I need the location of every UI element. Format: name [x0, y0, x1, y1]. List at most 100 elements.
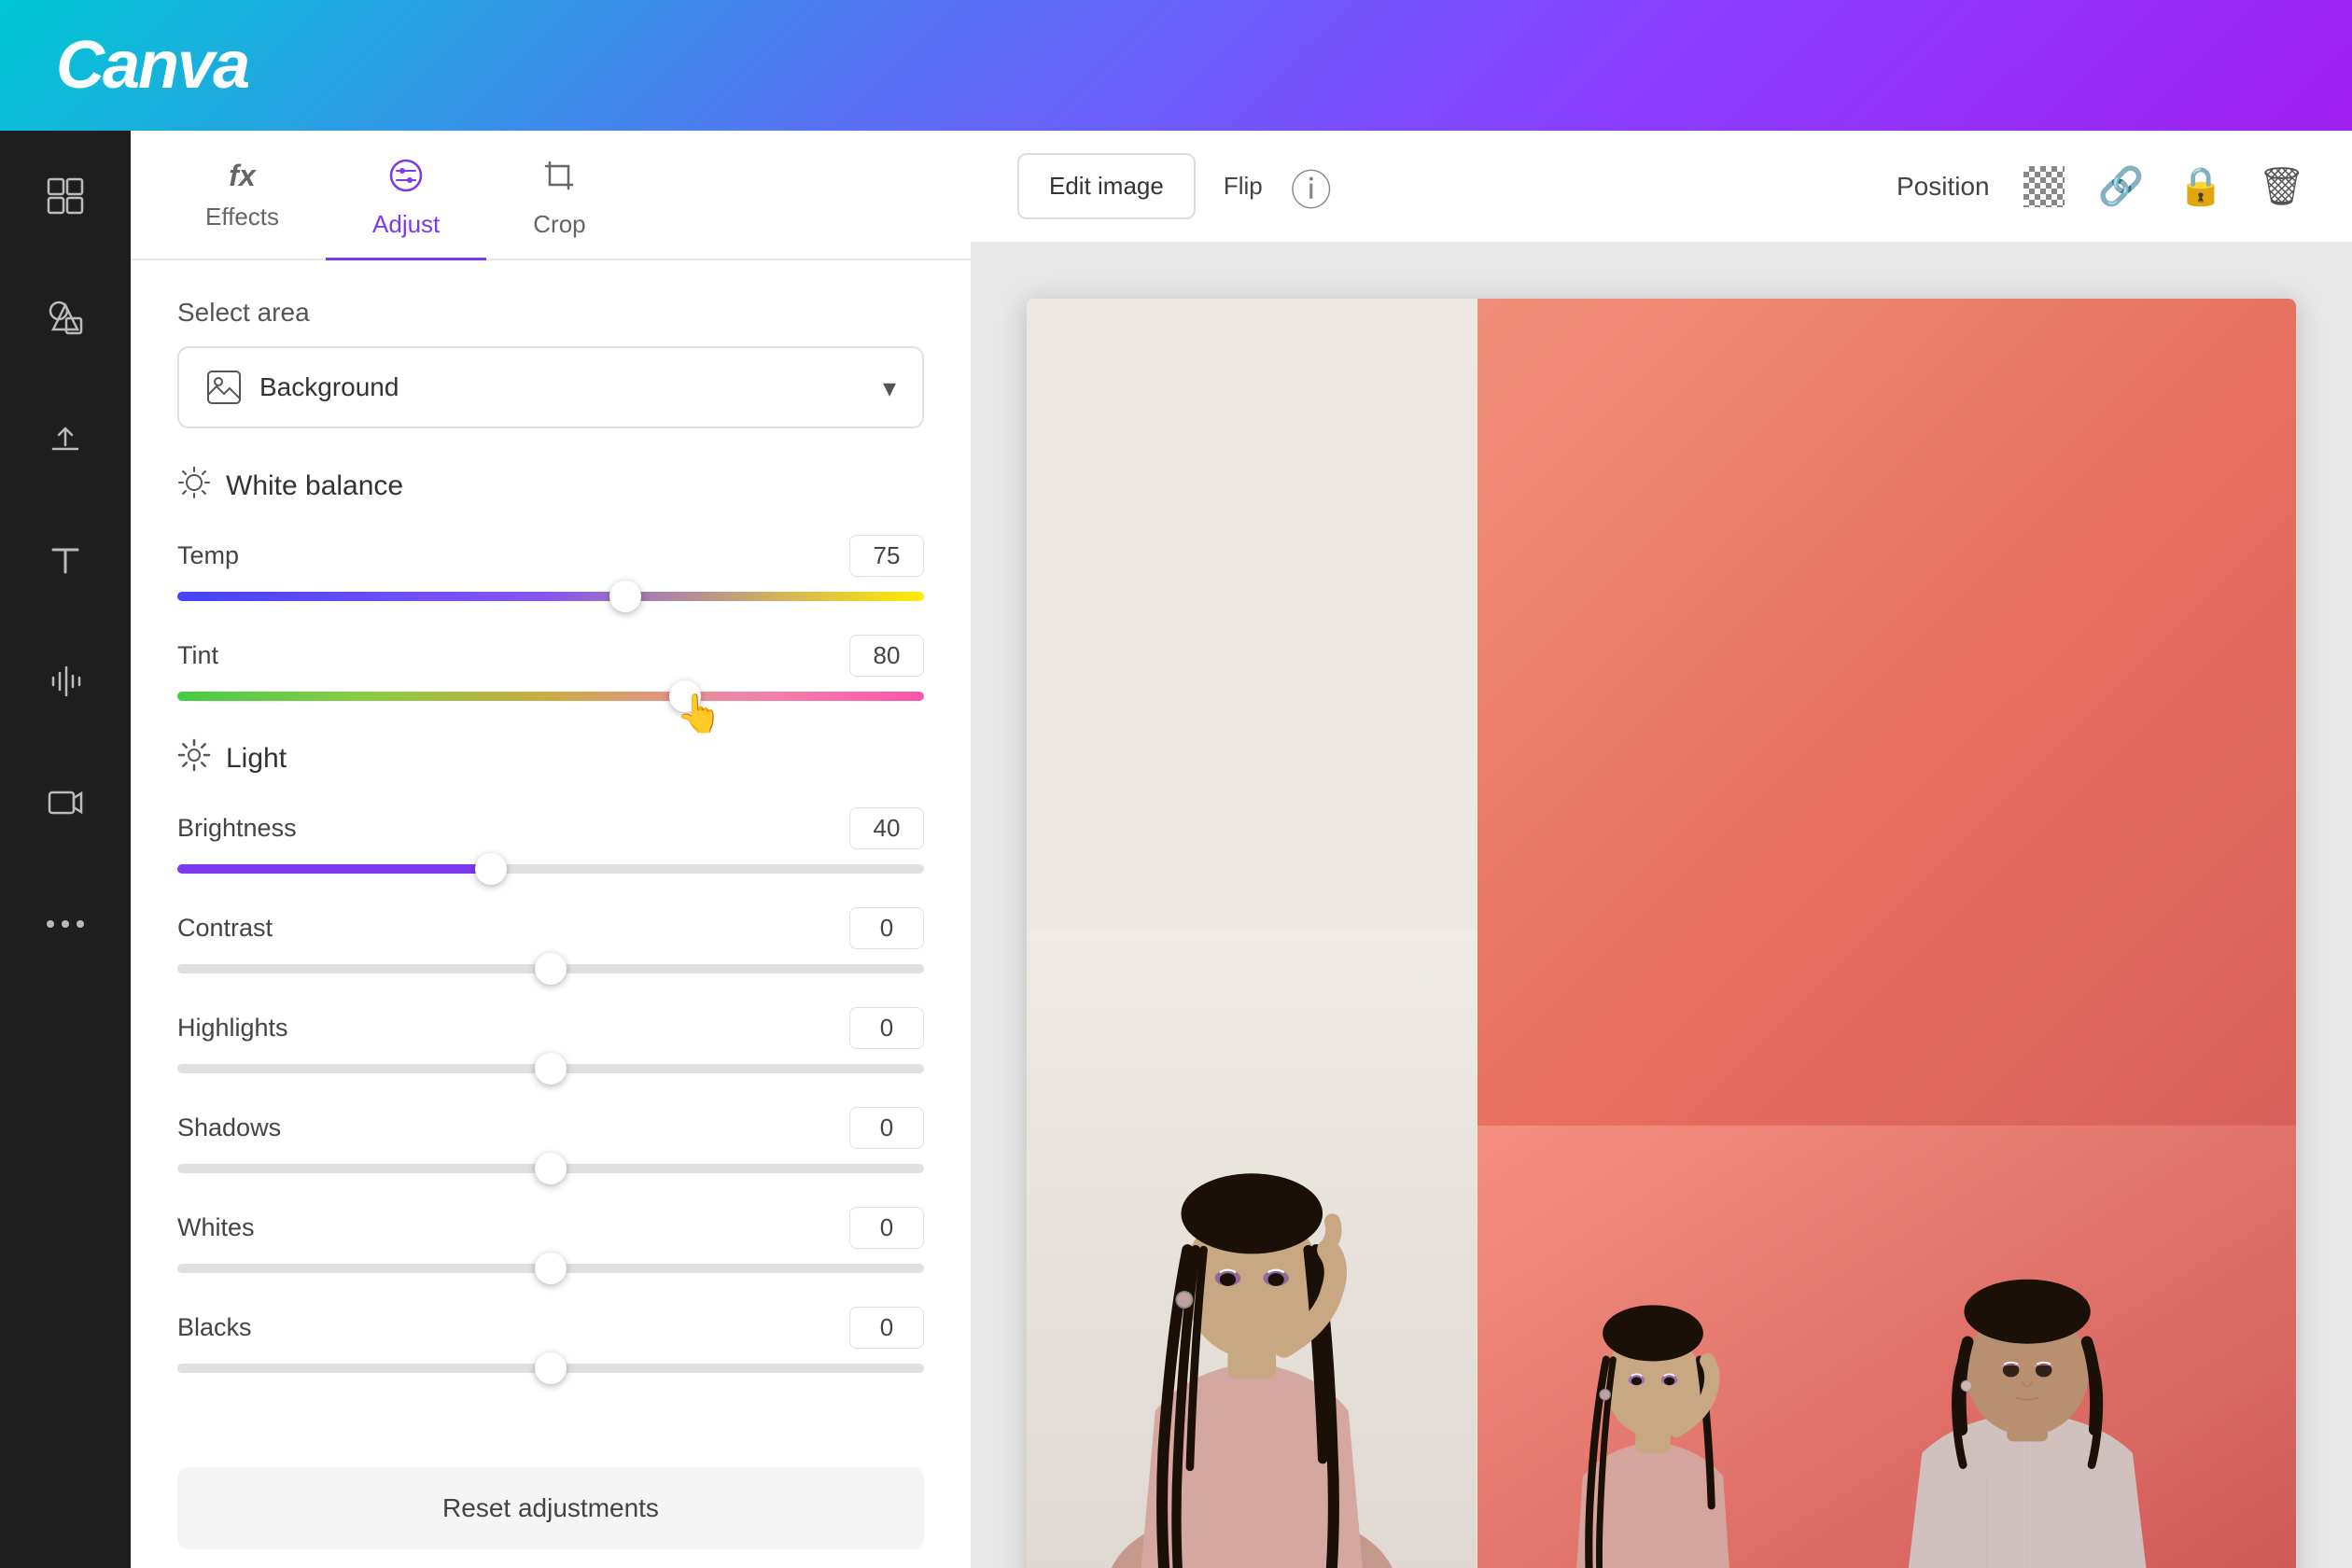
shadows-label: Shadows	[177, 1113, 281, 1142]
blacks-slider-row: Blacks 0	[177, 1307, 924, 1373]
tint-slider-row: Tint 80 👆	[177, 635, 924, 701]
shadows-track[interactable]	[177, 1164, 924, 1173]
figure-left-svg	[1027, 299, 1477, 1568]
blacks-thumb[interactable]	[535, 1352, 567, 1384]
tab-crop[interactable]: Crop	[486, 131, 632, 260]
whites-slider-row: Whites 0	[177, 1207, 924, 1273]
blacks-label: Blacks	[177, 1313, 252, 1342]
tint-value[interactable]: 80	[849, 635, 924, 677]
sidebar-item-audio[interactable]	[28, 644, 103, 719]
tab-bar: fx Effects Adjust	[131, 131, 971, 260]
light-section: Light Brightness 40 Contrast	[177, 738, 924, 1373]
image-toolbar: Edit image Flip ⓘ Position 🔗 🔒 🗑	[971, 131, 2352, 243]
edit-image-button[interactable]: Edit image	[1017, 153, 1196, 219]
reset-adjustments-button[interactable]: Reset adjustments	[177, 1467, 924, 1549]
white-balance-icon	[177, 466, 211, 507]
contrast-header: Contrast 0	[177, 907, 924, 949]
tint-slider-thumb[interactable]	[669, 680, 701, 712]
tint-slider-track[interactable]	[177, 692, 924, 701]
sidebar-item-more[interactable]	[28, 887, 103, 961]
contrast-thumb[interactable]	[535, 953, 567, 985]
whites-thumb[interactable]	[535, 1253, 567, 1284]
tab-adjust-label: Adjust	[372, 210, 440, 239]
tint-slider-header: Tint 80	[177, 635, 924, 677]
highlights-label: Highlights	[177, 1014, 288, 1043]
contrast-slider-row: Contrast 0	[177, 907, 924, 973]
sidebar-item-text[interactable]	[28, 523, 103, 597]
sidebar-item-layout[interactable]	[28, 159, 103, 233]
temp-value[interactable]: 75	[849, 535, 924, 577]
flip-button[interactable]: Flip	[1224, 172, 1263, 201]
select-dropdown-value: Background	[259, 372, 399, 402]
blacks-header: Blacks 0	[177, 1307, 924, 1349]
highlights-slider-row: Highlights 0	[177, 1007, 924, 1073]
brightness-label: Brightness	[177, 814, 297, 843]
tab-effects[interactable]: fx Effects	[159, 131, 326, 260]
sidebar-item-video[interactable]	[28, 765, 103, 840]
select-dropdown-left: Background	[205, 369, 399, 406]
whites-header: Whites 0	[177, 1207, 924, 1249]
white-balance-title: White balance	[226, 470, 403, 502]
highlights-value[interactable]: 0	[849, 1007, 924, 1049]
top-bar: Canva	[0, 0, 2352, 131]
blacks-track[interactable]	[177, 1364, 924, 1373]
brightness-slider-row: Brightness 40	[177, 807, 924, 874]
tab-adjust[interactable]: Adjust	[326, 131, 486, 260]
temp-slider-row: Temp 75	[177, 535, 924, 601]
info-icon[interactable]: ⓘ	[1291, 157, 1332, 217]
tab-crop-label: Crop	[533, 210, 585, 239]
white-balance-header: White balance	[177, 466, 924, 507]
image-right	[1477, 299, 2296, 1568]
light-header: Light	[177, 738, 924, 779]
side-panel: fx Effects Adjust	[131, 131, 971, 1568]
toolbar-right: Position 🔗 🔒 🗑	[1897, 164, 2305, 208]
brightness-thumb[interactable]	[475, 853, 507, 885]
image-left	[1027, 299, 1477, 1568]
sidebar-item-uploads[interactable]	[28, 401, 103, 476]
blacks-value[interactable]: 0	[849, 1307, 924, 1349]
temp-label: Temp	[177, 541, 239, 570]
whites-value[interactable]: 0	[849, 1207, 924, 1249]
shadows-header: Shadows 0	[177, 1107, 924, 1149]
sidebar-item-elements[interactable]	[28, 280, 103, 355]
shadows-slider-row: Shadows 0	[177, 1107, 924, 1173]
select-area-label: Select area	[177, 298, 924, 328]
icon-sidebar	[0, 131, 131, 1568]
select-area-dropdown[interactable]: Background ▾	[177, 346, 924, 428]
whites-track[interactable]	[177, 1264, 924, 1273]
figure-right-svg	[1477, 299, 2296, 1568]
canvas-area	[971, 243, 2352, 1568]
whites-label: Whites	[177, 1213, 255, 1242]
brightness-track[interactable]	[177, 864, 924, 874]
crop-tab-icon	[542, 159, 576, 201]
contrast-value[interactable]: 0	[849, 907, 924, 949]
image-frame-icon	[205, 369, 243, 406]
dropdown-arrow-icon: ▾	[883, 372, 896, 403]
delete-icon[interactable]: 🗑	[2258, 164, 2305, 208]
contrast-label: Contrast	[177, 914, 273, 943]
highlights-thumb[interactable]	[535, 1053, 567, 1085]
adjust-tab-icon	[389, 159, 423, 201]
tint-label: Tint	[177, 641, 218, 670]
effects-tab-icon: fx	[229, 159, 255, 193]
contrast-track[interactable]	[177, 964, 924, 973]
select-area-section: Select area Background ▾	[177, 298, 924, 428]
position-button[interactable]: Position	[1897, 172, 1990, 202]
checkerboard-icon[interactable]	[2023, 166, 2065, 207]
main-content: fx Effects Adjust	[0, 131, 2352, 1568]
white-balance-section: White balance Temp 75 Tint 8	[177, 466, 924, 701]
light-icon	[177, 738, 211, 779]
shadows-thumb[interactable]	[535, 1153, 567, 1184]
lock-icon[interactable]: 🔒	[2177, 164, 2224, 208]
link-icon[interactable]: 🔗	[2098, 164, 2145, 208]
tab-effects-label: Effects	[205, 203, 279, 231]
highlights-track[interactable]	[177, 1064, 924, 1073]
right-area: Edit image Flip ⓘ Position 🔗 🔒 🗑	[971, 131, 2352, 1568]
split-image	[1027, 299, 2296, 1568]
brightness-header: Brightness 40	[177, 807, 924, 849]
temp-slider-thumb[interactable]	[609, 581, 641, 612]
brightness-value[interactable]: 40	[849, 807, 924, 849]
canva-logo: Canva	[56, 27, 248, 104]
temp-slider-track[interactable]	[177, 592, 924, 601]
shadows-value[interactable]: 0	[849, 1107, 924, 1149]
